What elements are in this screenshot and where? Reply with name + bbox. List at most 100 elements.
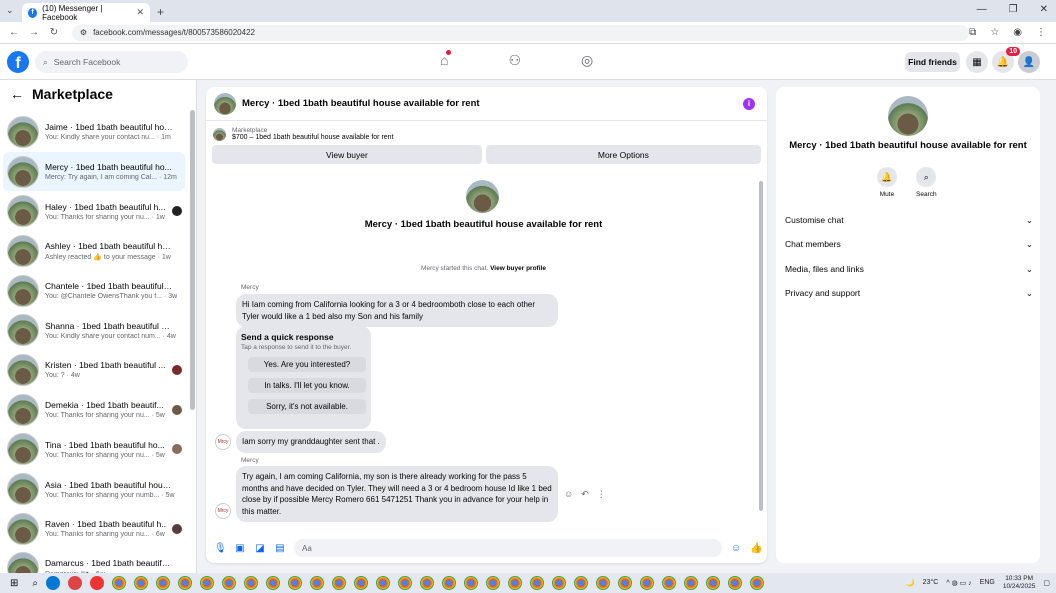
taskbar-app-icon[interactable] bbox=[662, 576, 676, 590]
bookmark-star-icon[interactable]: ☆ bbox=[990, 27, 999, 38]
taskbar-app-icon[interactable] bbox=[222, 576, 236, 590]
like-icon[interactable]: 👍 bbox=[750, 543, 762, 554]
taskbar-app-icon[interactable] bbox=[178, 576, 192, 590]
emoji-icon[interactable]: ☺ bbox=[730, 543, 742, 554]
chat-avatar[interactable] bbox=[214, 92, 236, 115]
quick-response-yes[interactable]: Yes. Are you interested? bbox=[248, 357, 366, 372]
view-buyer-profile-link[interactable]: View buyer profile bbox=[490, 265, 546, 272]
taskbar-app-icon[interactable] bbox=[706, 576, 720, 590]
groups-icon[interactable]: ◎ bbox=[581, 52, 593, 69]
menu-media-files[interactable]: Media, files and links ⌄ bbox=[785, 264, 1033, 275]
new-tab-icon[interactable]: + bbox=[157, 5, 164, 19]
sender-avatar[interactable]: Mrcy bbox=[215, 434, 231, 450]
notification-center-icon[interactable]: ▢ bbox=[1043, 579, 1050, 587]
gif-icon[interactable]: ▤ bbox=[274, 543, 286, 554]
search-action[interactable]: ⌕ Search bbox=[916, 167, 937, 198]
taskbar-app-icon[interactable] bbox=[266, 576, 280, 590]
microphone-icon[interactable]: 🎙 bbox=[214, 543, 227, 554]
conversation-item[interactable]: Kristen · 1bed 1bath beautiful ... You: ?… bbox=[3, 350, 185, 390]
quick-response-in-talks[interactable]: In talks. I'll let you know. bbox=[248, 378, 366, 393]
browser-tab[interactable]: f (10) Messenger | Facebook ✕ bbox=[22, 3, 150, 22]
facebook-search[interactable]: ⌕ Search Facebook bbox=[35, 51, 188, 73]
reply-icon[interactable]: ↶ bbox=[581, 489, 589, 500]
forward-icon[interactable]: → bbox=[28, 27, 40, 38]
home-icon[interactable]: ⌂ bbox=[440, 50, 452, 69]
menu-customise-chat[interactable]: Customise chat ⌄ bbox=[785, 215, 1033, 226]
taskbar-app-icon[interactable] bbox=[156, 576, 170, 590]
taskbar-app-icon[interactable] bbox=[134, 576, 148, 590]
taskbar-app-icon[interactable] bbox=[618, 576, 632, 590]
friends-icon[interactable]: ⚇ bbox=[508, 52, 521, 69]
conversation-item[interactable]: Jaime · 1bed 1bath beautiful hou... You: … bbox=[3, 112, 185, 152]
taskbar-app-icon[interactable] bbox=[310, 576, 324, 590]
taskbar-app-icon[interactable] bbox=[728, 576, 742, 590]
taskbar-app-icon[interactable] bbox=[288, 576, 302, 590]
menu-grid-icon[interactable]: ▦ bbox=[966, 51, 988, 73]
marketplace-listing[interactable]: Marketplace $700 – 1bed 1bath beautiful … bbox=[206, 121, 767, 141]
photo-icon[interactable]: ▣ bbox=[234, 543, 246, 554]
info-icon[interactable]: i bbox=[743, 97, 755, 110]
taskbar-app-icon[interactable] bbox=[332, 576, 346, 590]
mute-action[interactable]: 🔔 Mute bbox=[877, 167, 897, 198]
browser-menu-icon[interactable]: ⋮ bbox=[1036, 27, 1046, 38]
taskbar-app-icon[interactable] bbox=[464, 576, 478, 590]
back-icon[interactable]: ← bbox=[8, 27, 20, 38]
taskbar-app-icon[interactable] bbox=[398, 576, 412, 590]
taskbar-app-icon[interactable] bbox=[200, 576, 214, 590]
menu-chat-members[interactable]: Chat members ⌄ bbox=[785, 239, 1033, 250]
more-actions-icon[interactable]: ⋮ bbox=[597, 489, 606, 500]
clock[interactable]: 10:33 PM 10/24/2025 bbox=[1003, 575, 1036, 591]
chat-scrollbar[interactable] bbox=[759, 181, 763, 511]
taskbar-app-icon[interactable] bbox=[574, 576, 588, 590]
account-avatar[interactable]: 👤 bbox=[1018, 51, 1040, 73]
weather-icon[interactable]: 🌙 bbox=[906, 579, 915, 587]
language-indicator[interactable]: ENG bbox=[980, 579, 995, 586]
conversation-item[interactable]: Haley · 1bed 1bath beautiful h... You: Th… bbox=[3, 191, 185, 231]
cast-icon[interactable]: ⧉ bbox=[969, 27, 976, 38]
taskbar-app-icon[interactable] bbox=[442, 576, 456, 590]
facebook-logo-icon[interactable]: f bbox=[7, 51, 29, 73]
taskbar-app-icon[interactable] bbox=[68, 576, 82, 590]
conversation-item[interactable]: Shanna · 1bed 1bath beautiful h... You: K… bbox=[3, 310, 185, 350]
maximize-icon[interactable]: ❐ bbox=[1009, 4, 1018, 15]
url-field[interactable]: ⚙ facebook.com/messages/t/80057358602042… bbox=[71, 24, 970, 41]
conversation-item[interactable]: Ashley · 1bed 1bath beautiful ho... Ashle… bbox=[3, 231, 185, 271]
taskbar-app-icon[interactable] bbox=[640, 576, 654, 590]
quick-response-sorry[interactable]: Sorry, it's not available. bbox=[248, 399, 366, 414]
more-options-button[interactable]: More Options bbox=[485, 145, 761, 164]
taskbar-app-icon[interactable] bbox=[244, 576, 258, 590]
reload-icon[interactable]: ↻ bbox=[48, 27, 60, 38]
chat-title[interactable]: Mercy · 1bed 1bath beautiful house avail… bbox=[242, 98, 480, 109]
conversation-item[interactable]: Asia · 1bed 1bath beautiful hous... You: … bbox=[3, 469, 185, 509]
close-tab-icon[interactable]: ✕ bbox=[136, 7, 144, 18]
taskbar-app-icon[interactable] bbox=[508, 576, 522, 590]
taskbar-app-icon[interactable] bbox=[112, 576, 126, 590]
conversation-item[interactable]: Raven · 1bed 1bath beautiful h... You: Th… bbox=[3, 509, 185, 549]
close-window-icon[interactable]: ✕ bbox=[1040, 4, 1048, 15]
sticker-icon[interactable]: ◪ bbox=[254, 543, 266, 554]
taskbar-app-icon[interactable] bbox=[530, 576, 544, 590]
message-input[interactable]: Aa bbox=[294, 539, 722, 557]
taskbar-app-icon[interactable] bbox=[420, 576, 434, 590]
site-info-icon[interactable]: ⚙ bbox=[80, 28, 87, 37]
view-buyer-button[interactable]: View buyer bbox=[212, 145, 482, 164]
tab-search-icon[interactable]: ⌄ bbox=[6, 5, 14, 16]
back-arrow-icon[interactable]: ← bbox=[10, 86, 24, 102]
menu-privacy-support[interactable]: Privacy and support ⌄ bbox=[785, 288, 1033, 299]
taskbar-app-icon[interactable] bbox=[552, 576, 566, 590]
conversation-item[interactable]: Chantele · 1bed 1bath beautiful ... You: … bbox=[3, 271, 185, 311]
conversation-item[interactable]: Tina · 1bed 1bath beautiful ho... You: Th… bbox=[3, 430, 185, 470]
tray-icons[interactable]: ^ ◍ ▭ ♪ bbox=[946, 579, 971, 587]
taskbar-app-icon[interactable] bbox=[750, 576, 764, 590]
search-icon[interactable]: ⌕ bbox=[32, 578, 38, 589]
taskbar-app-icon[interactable] bbox=[684, 576, 698, 590]
taskbar-app-icon[interactable] bbox=[376, 576, 390, 590]
taskbar-app-icon[interactable] bbox=[90, 576, 104, 590]
conversation-item[interactable]: Mercy · 1bed 1bath beautiful ho... Mercy:… bbox=[3, 151, 185, 192]
sidebar-scrollbar[interactable] bbox=[190, 110, 195, 410]
find-friends-button[interactable]: Find friends bbox=[905, 52, 960, 72]
profile-icon[interactable]: ◉ bbox=[1013, 27, 1022, 38]
taskbar-app-icon[interactable] bbox=[486, 576, 500, 590]
message-bubble[interactable]: Hi Iam coming from California looking fo… bbox=[236, 294, 558, 328]
taskbar-app-icon[interactable] bbox=[46, 576, 60, 590]
